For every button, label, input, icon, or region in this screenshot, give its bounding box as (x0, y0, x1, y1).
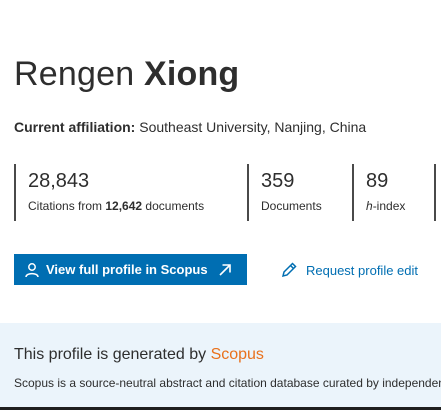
metric-divider (434, 164, 441, 221)
banner-description: Scopus is a source-neutral abstract and … (14, 376, 441, 390)
scopus-info-banner: This profile is generated by Scopus Scop… (0, 323, 441, 407)
metric-h-index: 89 h-index (352, 164, 434, 221)
view-full-profile-label: View full profile in Scopus (46, 262, 208, 277)
bottom-divider (0, 407, 441, 416)
pencil-icon (280, 261, 298, 279)
h-index-label-h: h (366, 199, 373, 213)
author-last-name: Xiong (143, 55, 240, 93)
banner-title-prefix: This profile is generated by (14, 346, 207, 363)
scopus-brand-link[interactable]: Scopus (211, 346, 264, 363)
page-title: Rengen Xiong (14, 54, 239, 94)
metrics-row: 28,843 Citations from 12,642 documents 3… (14, 164, 441, 221)
citations-value: 28,843 (28, 170, 90, 192)
metric-documents: 359 Documents (247, 164, 352, 221)
citations-label-prefix: Citations from (28, 199, 103, 213)
affiliation-value: Southeast University, Nanjing, China (139, 119, 367, 135)
author-first-name: Rengen (14, 55, 135, 93)
request-profile-edit-label: Request profile edit (306, 262, 419, 278)
metric-citations: 28,843 Citations from 12,642 documents (14, 164, 247, 221)
author-name: Rengen Xiong (14, 54, 239, 94)
h-index-value: 89 (366, 170, 389, 192)
citations-label: Citations from 12,642 documents (28, 198, 247, 214)
view-full-profile-button[interactable]: View full profile in Scopus (14, 254, 247, 285)
request-profile-edit-link[interactable]: Request profile edit (280, 261, 418, 279)
citations-doc-count: 12,642 (105, 199, 143, 213)
banner-title: This profile is generated by Scopus (14, 345, 264, 365)
current-affiliation: Current affiliation: Southeast Universit… (14, 118, 366, 136)
affiliation-label: Current affiliation: (14, 119, 136, 135)
external-arrow-icon (218, 263, 232, 277)
documents-value: 359 (261, 170, 295, 192)
person-icon (24, 262, 40, 278)
documents-label: Documents (261, 199, 322, 213)
h-index-label-rest: -index (372, 199, 406, 213)
h-index-label: h-index (366, 198, 434, 214)
citations-label-suffix: documents (145, 199, 205, 213)
